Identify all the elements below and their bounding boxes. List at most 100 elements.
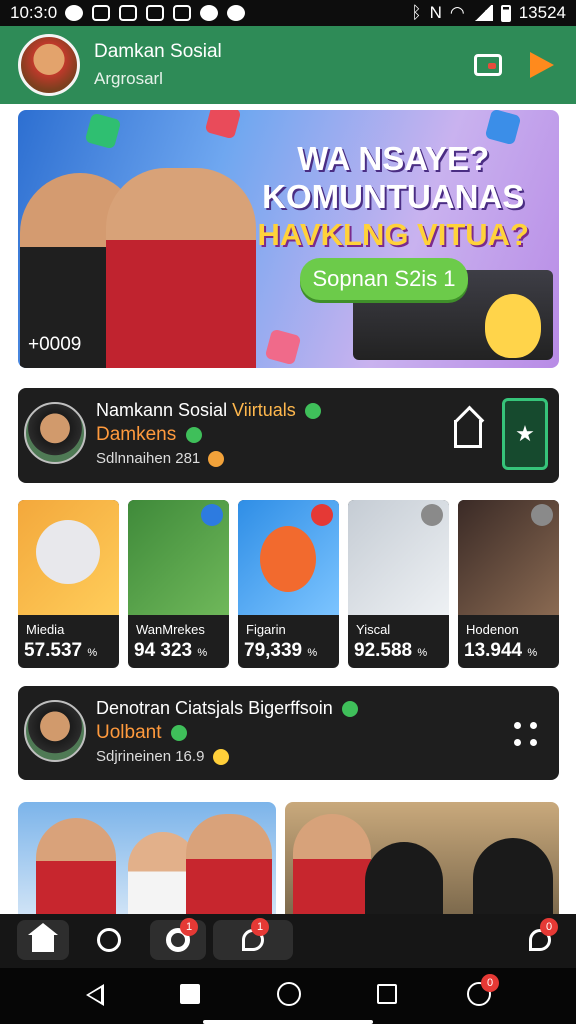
emoji-icon	[304, 403, 321, 420]
stop-icon[interactable]	[180, 984, 200, 1004]
home-circle-icon[interactable]	[277, 982, 301, 1006]
profile-avatar[interactable]	[24, 700, 86, 762]
tile-value-number: 92.588	[354, 640, 413, 661]
category-tile[interactable]: Figarin 79,339 %	[238, 500, 339, 668]
tile-value-unit: %	[87, 647, 98, 659]
profile-subtitle-text: Damkens	[96, 424, 177, 445]
person-photo	[473, 838, 553, 914]
person-photo	[186, 814, 272, 914]
nfc-status-icon: N	[429, 3, 442, 22]
tile-thumbnail	[458, 500, 559, 615]
recents-icon[interactable]	[377, 984, 397, 1004]
share-icon[interactable]	[454, 420, 482, 448]
notification-badge: 1	[180, 918, 198, 936]
wallet-button[interactable]	[472, 51, 504, 79]
profile-name: Namkann Sosial Viirtuals	[96, 400, 321, 421]
download-icon	[92, 5, 111, 21]
profile-name-accent: Viirtuals	[232, 400, 296, 420]
status-bar: 10:3:0 ᛒ N ◠ 13524	[0, 0, 576, 26]
category-tile[interactable]: WanMrekes 94 323 %	[128, 500, 229, 668]
assistant-icon[interactable]: 0	[467, 974, 499, 1006]
tile-value-unit: %	[527, 647, 538, 659]
promo-thumbnail[interactable]	[18, 802, 276, 914]
bluetooth-icon: ᛒ	[411, 3, 422, 22]
promo-banner[interactable]: WA NSAYE? KOMUNTUANAS HAVKLNG VITUA? Sop…	[18, 110, 559, 368]
dot-icon	[530, 722, 537, 729]
banner-headline: WA NSAYE? KOMUNTUANAS HAVKLNG VITUA?	[257, 140, 529, 254]
profile-subtitle: Uolbant	[96, 722, 187, 744]
banner-headline-line3: HAVKLNG VITUA?	[257, 217, 529, 252]
play-button[interactable]	[526, 51, 558, 79]
tile-value-number: 13.944	[464, 640, 523, 661]
tile-badge-icon	[311, 504, 333, 526]
settings-icon	[200, 5, 219, 21]
banner-headline-line2: KOMUNTUANAS	[262, 178, 525, 215]
nav-shield[interactable]	[83, 920, 135, 960]
nav-messages[interactable]: 0	[516, 918, 564, 960]
tile-value: 13.944 %	[464, 640, 537, 662]
banner-counter: +0009	[28, 334, 82, 355]
tile-thumbnail	[128, 500, 229, 615]
wifi-icon: ◠	[449, 3, 465, 22]
emoji-icon	[212, 749, 229, 766]
tile-badge-icon	[531, 504, 553, 526]
more-options-button[interactable]	[514, 722, 540, 748]
battery-icon	[500, 4, 511, 22]
banner-headline-line1: WA NSAYE?	[297, 140, 490, 177]
nav-notifications[interactable]: 1	[150, 918, 206, 960]
play-icon	[530, 52, 554, 78]
host-photo-2	[106, 168, 256, 368]
shield-icon	[97, 928, 121, 952]
app-title: Damkan Sosial	[94, 41, 222, 62]
nav-chat[interactable]: 1	[213, 918, 293, 960]
messages-badge: 0	[540, 918, 558, 936]
tile-value: 92.588 %	[354, 640, 427, 662]
image-icon	[146, 5, 165, 21]
app-header: Damkan Sosial Argrosarl	[0, 26, 576, 104]
tile-value: 79,339 %	[244, 640, 317, 662]
profile-subtitle-text: Uolbant	[96, 722, 162, 743]
battery-text: 13524	[518, 3, 566, 22]
profile-name: Denotran Ciatsjals Bigerffsoin	[96, 698, 358, 719]
banner-cta-button[interactable]: Sopnan S2is 1	[300, 258, 468, 300]
category-tiles: Miedia 57.537 % WanMrekes 94 323 % Figar…	[18, 500, 559, 668]
nav-home[interactable]	[17, 920, 69, 960]
decor-cube-icon	[204, 110, 242, 140]
dot-icon	[514, 739, 521, 746]
tile-label: WanMrekes	[136, 622, 205, 637]
bottom-nav: 1 1 0	[0, 914, 576, 968]
tile-label: Miedia	[26, 622, 65, 637]
tile-thumbnail	[238, 500, 339, 615]
user-avatar[interactable]	[18, 34, 80, 96]
tile-thumbnail	[18, 500, 119, 615]
favorite-button[interactable]: ★	[502, 398, 548, 470]
gallery-icon	[119, 5, 138, 21]
emoji-icon	[185, 426, 202, 443]
tile-value-number: 79,339	[244, 640, 303, 661]
dot-icon	[514, 722, 521, 729]
person-photo	[293, 814, 371, 914]
profile-meta-text: Sdjrineinen 16.9	[96, 748, 205, 765]
tile-value-number: 94 323	[134, 640, 193, 661]
home-icon	[28, 923, 58, 952]
tile-value-unit: %	[197, 647, 208, 659]
category-tile[interactable]: Hodenon 13.944 %	[458, 500, 559, 668]
app-subtitle: Argrosarl	[94, 69, 163, 88]
decor-cube-icon	[84, 112, 122, 150]
system-nav-bar: 0	[0, 968, 576, 1024]
profile-card[interactable]: Namkann Sosial Viirtuals Damkens Sdlnnai…	[18, 388, 559, 483]
status-time: 10:3:0	[10, 3, 58, 22]
shield-icon	[173, 5, 192, 21]
profile-meta: Sdlnnaihen 281	[96, 450, 225, 468]
promo-thumbnail[interactable]	[285, 802, 559, 914]
emoji-icon	[208, 451, 225, 468]
emoji-icon	[341, 701, 358, 718]
profile-meta-text: Sdlnnaihen 281	[96, 450, 201, 467]
profile-card[interactable]: Denotran Ciatsjals Bigerffsoin Uolbant S…	[18, 686, 559, 780]
tile-value: 94 323 %	[134, 640, 207, 662]
category-tile[interactable]: Miedia 57.537 %	[18, 500, 119, 668]
profile-avatar[interactable]	[24, 402, 86, 464]
back-icon[interactable]	[86, 984, 104, 1006]
category-tile[interactable]: Yiscal 92.588 %	[348, 500, 449, 668]
tile-badge-icon	[201, 504, 223, 526]
